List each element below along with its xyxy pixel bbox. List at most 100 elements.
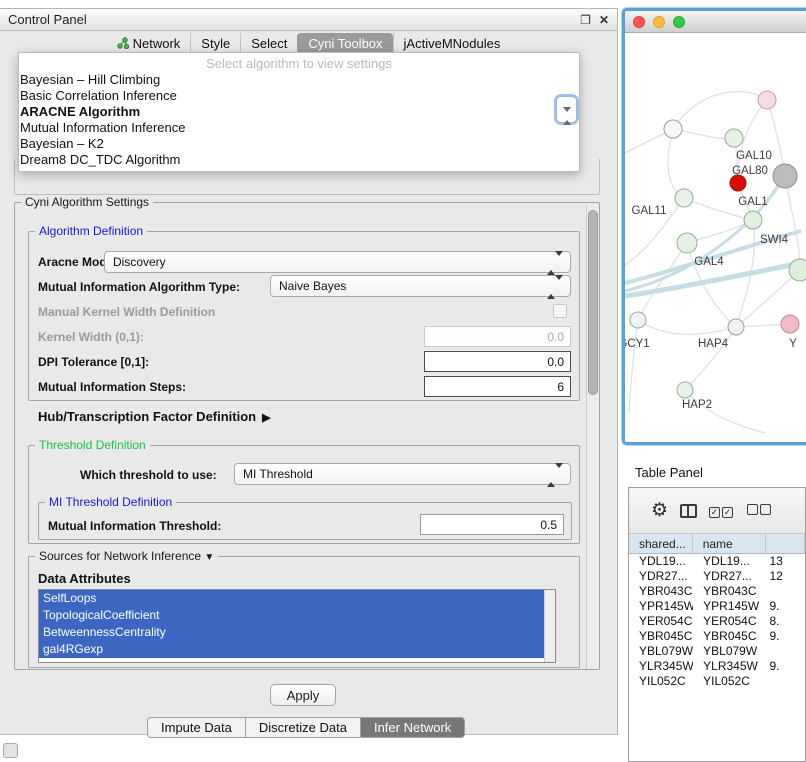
network-edge[interactable] — [668, 129, 684, 198]
hub-section-toggle[interactable]: Hub/Transcription Factor Definition▶ — [38, 409, 271, 424]
network-node[interactable] — [725, 129, 743, 147]
network-node[interactable] — [758, 91, 776, 109]
data-attributes-label: Data Attributes — [38, 571, 131, 586]
network-node[interactable] — [781, 315, 799, 333]
mi-steps-field[interactable]: 6 — [424, 376, 571, 397]
bottom-tab-impute-data[interactable]: Impute Data — [147, 717, 246, 738]
minimize-traffic-light-icon[interactable] — [653, 16, 665, 28]
algorithm-option[interactable]: Bayesian – K2 — [19, 136, 579, 152]
table-row[interactable]: YIL052CYIL052C — [629, 674, 805, 689]
zoom-traffic-light-icon[interactable] — [673, 16, 685, 28]
network-edge[interactable] — [785, 176, 800, 270]
network-edge[interactable] — [685, 327, 736, 390]
tab-style[interactable]: Style — [190, 33, 240, 54]
table-cell: YDL19... — [629, 554, 693, 569]
network-edge[interactable] — [673, 92, 767, 129]
mi-threshold-label: Mutual Information Threshold: — [48, 519, 221, 533]
mi-threshold-field[interactable]: 0.5 — [420, 514, 564, 535]
mi-steps-label: Mutual Information Steps: — [38, 380, 186, 394]
network-node[interactable] — [675, 189, 693, 207]
network-edge[interactable] — [638, 320, 736, 334]
network-node[interactable] — [630, 312, 646, 328]
table-panel-window: ⚙ ✓✓ shared...name YDL19...YDL19...13YDR… — [628, 487, 806, 762]
network-edge[interactable] — [638, 243, 687, 320]
settings-scrollbar-thumb[interactable] — [588, 210, 598, 395]
network-node[interactable] — [730, 175, 746, 191]
algorithm-option[interactable]: Dream8 DC_TDC Algorithm — [19, 152, 579, 168]
bottom-tab-infer-network[interactable]: Infer Network — [361, 717, 465, 738]
network-node[interactable] — [773, 164, 797, 188]
table-column-header[interactable] — [766, 534, 805, 553]
algorithm-combo-button[interactable] — [556, 96, 577, 123]
table-row[interactable]: YER054CYER054C8. — [629, 614, 805, 629]
hub-section-label: Hub/Transcription Factor Definition — [38, 409, 256, 424]
tab-label: Style — [201, 36, 230, 51]
dpi-tolerance-label: DPI Tolerance [0,1]: — [38, 355, 149, 369]
network-window-titlebar — [625, 11, 806, 33]
table-cell: YBR045C — [693, 629, 767, 644]
algorithm-definition-title: Algorithm Definition — [35, 224, 147, 238]
attribute-list-item[interactable]: BetweennessCentrality — [39, 624, 545, 641]
algorithm-option[interactable]: Basic Correlation Inference — [19, 88, 579, 104]
select-all-columns-icon[interactable]: ✓✓ — [709, 502, 735, 520]
algorithm-dropdown-popup: Select algorithm to view settings Bayesi… — [18, 52, 580, 172]
network-node[interactable] — [664, 120, 682, 138]
table-row[interactable]: YBR045CYBR045C9. — [629, 629, 805, 644]
table-row[interactable]: YLR345WYLR345W9. — [629, 659, 805, 674]
deselect-all-columns-icon[interactable] — [747, 502, 773, 520]
panel-grip-icon[interactable] — [3, 743, 18, 758]
tab-jactivemnodules[interactable]: jActiveMNodules — [393, 33, 511, 54]
table-cell: YER054C — [693, 614, 767, 629]
network-node[interactable] — [677, 382, 693, 398]
attribute-list-item[interactable]: TopologicalCoefficient — [39, 607, 545, 624]
tab-network[interactable]: Network — [107, 33, 191, 54]
gear-icon[interactable]: ⚙ — [651, 501, 668, 520]
table-row[interactable]: YBR043CYBR043C — [629, 584, 805, 599]
manual-kernel-checkbox[interactable] — [553, 304, 567, 318]
mi-type-value: Naive Bayes — [279, 279, 346, 293]
network-node[interactable] — [677, 233, 697, 253]
attr-list-scrollbar[interactable] — [544, 590, 555, 662]
table-cell: 8. — [767, 614, 805, 629]
table-cell: YDL19... — [693, 554, 767, 569]
table-row[interactable]: YBL079WYBL079W — [629, 644, 805, 659]
network-edge[interactable] — [629, 320, 638, 413]
network-graph[interactable]: GAL80GAL10GAL11GAL1SWI4GAL4GCY1HAP4HAP2Y — [625, 33, 806, 442]
kernel-width-field[interactable]: 0.0 — [424, 326, 571, 347]
attribute-list-item[interactable]: SelfLoops — [39, 590, 545, 607]
close-icon[interactable]: ✕ — [599, 13, 609, 27]
bottom-tab-discretize-data[interactable]: Discretize Data — [246, 717, 361, 738]
attribute-list-item[interactable]: gal4RGexp — [39, 641, 545, 658]
network-node[interactable] — [728, 319, 744, 335]
algorithm-option[interactable]: ARACNE Algorithm — [19, 104, 579, 120]
which-threshold-combo[interactable]: MI Threshold — [234, 463, 571, 485]
algorithm-option[interactable]: Bayesian – Hill Climbing — [19, 72, 579, 88]
algorithm-option[interactable]: Mutual Information Inference — [19, 120, 579, 136]
mi-type-combo[interactable]: Naive Bayes — [270, 275, 571, 297]
tab-cyni-toolbox[interactable]: Cyni Toolbox — [297, 33, 392, 54]
table-column-header[interactable]: name — [693, 534, 767, 553]
settings-group-title: Cyni Algorithm Settings — [21, 195, 153, 209]
columns-icon[interactable] — [680, 504, 697, 518]
close-traffic-light-icon[interactable] — [633, 16, 645, 28]
data-attributes-list[interactable]: SelfLoopsTopologicalCoefficientBetweenne… — [38, 589, 556, 663]
network-node[interactable] — [744, 211, 762, 229]
combo-arrows-icon — [547, 256, 563, 270]
network-edge[interactable] — [685, 390, 765, 433]
kernel-width-label: Kernel Width (0,1): — [38, 330, 144, 344]
table-row[interactable]: YPR145WYPR145W9. — [629, 599, 805, 614]
table-column-header[interactable]: shared... — [629, 534, 693, 553]
network-canvas[interactable]: GAL80GAL10GAL11GAL1SWI4GAL4GCY1HAP4HAP2Y — [625, 33, 806, 442]
manual-kernel-label: Manual Kernel Width Definition — [38, 305, 215, 319]
network-node[interactable] — [789, 259, 806, 281]
table-cell — [767, 674, 805, 689]
settings-scrollbar[interactable] — [586, 205, 599, 669]
dpi-tolerance-field[interactable]: 0.0 — [424, 351, 571, 372]
float-icon[interactable]: ❐ — [580, 13, 591, 27]
table-row[interactable]: YDL19...YDL19...13 — [629, 554, 805, 569]
table-row[interactable]: YDR27...YDR27...12 — [629, 569, 805, 584]
aracne-mode-combo[interactable]: Discovery — [104, 251, 571, 273]
apply-button[interactable]: Apply — [270, 684, 336, 706]
sources-group-toggle[interactable]: Sources for Network Inference ▼ — [35, 549, 218, 563]
tab-select[interactable]: Select — [240, 33, 297, 54]
